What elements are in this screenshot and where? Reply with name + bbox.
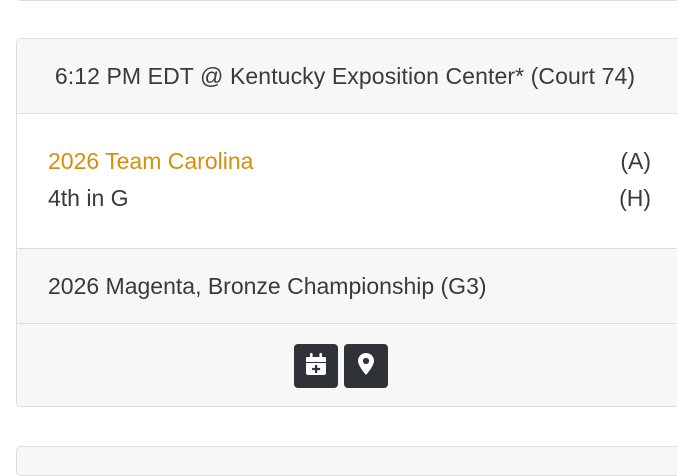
add-to-calendar-button[interactable] <box>294 344 338 388</box>
event-section: 2026 Magenta, Bronze Championship (G3) <box>17 249 677 324</box>
calendar-plus-icon <box>306 352 326 380</box>
actions-footer <box>17 324 677 406</box>
game-card: 6:12 PM EDT @ Kentucky Exposition Center… <box>16 38 677 407</box>
map-marker-icon <box>358 352 374 380</box>
event-name: 2026 Magenta, Bronze Championship (G3) <box>48 272 487 299</box>
map-location-button[interactable] <box>344 344 388 388</box>
team-name-home: 4th in G <box>48 185 129 211</box>
team-row-away: 2026 Team Carolina (A) <box>48 148 651 175</box>
game-time-location-header: 6:12 PM EDT @ Kentucky Exposition Center… <box>17 39 677 114</box>
team-side-home: (H) <box>619 185 651 211</box>
team-link-away[interactable]: 2026 Team Carolina <box>48 148 253 175</box>
previous-card-edge <box>16 0 677 1</box>
team-side-away: (A) <box>620 148 651 174</box>
team-row-home: 4th in G (H) <box>48 185 651 212</box>
game-time-location: 6:12 PM EDT @ Kentucky Exposition Center… <box>54 62 636 89</box>
next-card-edge <box>16 446 677 476</box>
teams-section: 2026 Team Carolina (A) 4th in G (H) <box>17 114 677 249</box>
